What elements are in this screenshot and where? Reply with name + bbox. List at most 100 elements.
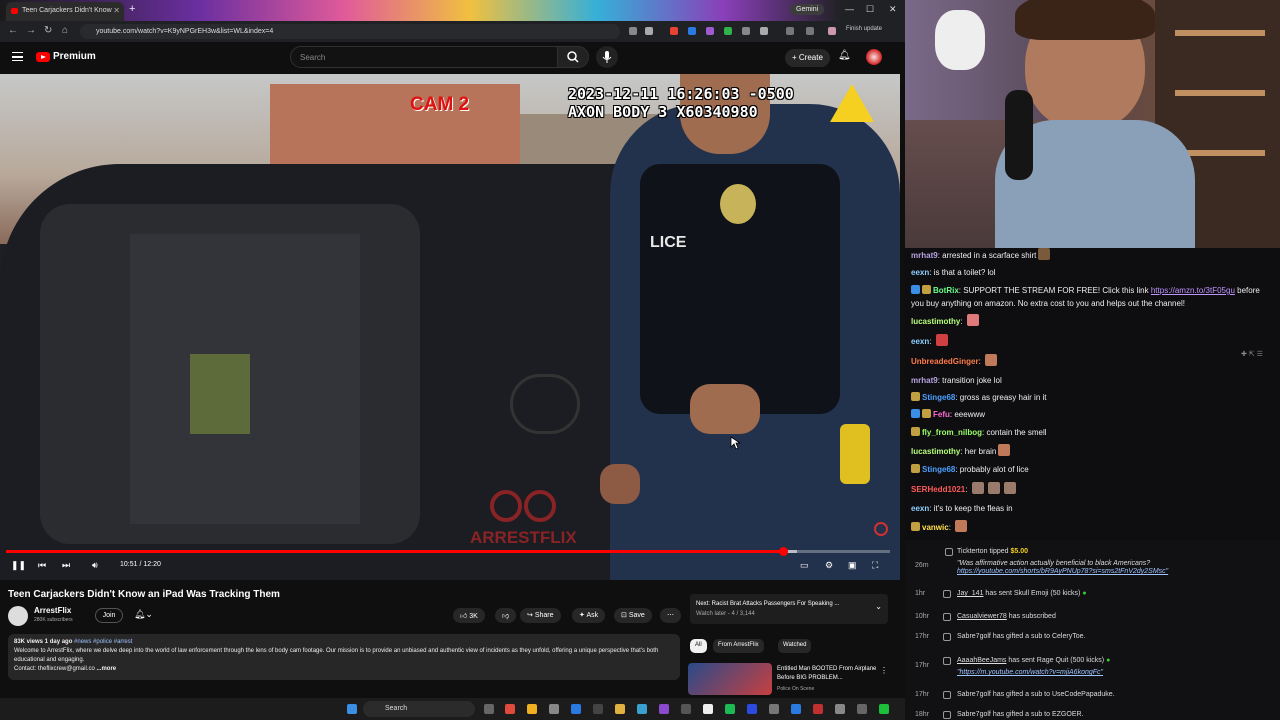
voice-search-button[interactable] xyxy=(596,46,618,68)
windows-start-icon[interactable] xyxy=(347,704,357,714)
reload-icon[interactable]: ↻ xyxy=(44,25,52,36)
recommended-menu-icon[interactable]: ⋮ xyxy=(880,666,888,675)
progress-bar[interactable] xyxy=(6,547,890,556)
chat-username[interactable]: lucastimothy xyxy=(911,447,960,456)
home-icon[interactable]: ⌂ xyxy=(62,25,68,36)
event-user[interactable]: Sabre7golf xyxy=(957,691,991,698)
chat-username[interactable]: BotRix xyxy=(933,286,959,295)
extension-icon[interactable] xyxy=(706,27,714,35)
tip-link[interactable]: https://youtube.com/shorts/bR9AyPNUp78?s… xyxy=(957,568,1168,575)
notifications-bell-icon[interactable]: 🔔︎ xyxy=(838,50,851,61)
file-explorer-icon[interactable] xyxy=(615,704,625,714)
recommended-title[interactable]: Entitled Man BOOTED From Airplane Before… xyxy=(777,665,887,683)
captions-icon[interactable]: ▭ xyxy=(800,560,809,571)
settings-gear-icon[interactable]: ⚙︎ xyxy=(825,560,833,571)
search-button[interactable] xyxy=(557,46,589,68)
chat-username[interactable]: eexn xyxy=(911,337,929,346)
pause-icon[interactable]: ❚❚ xyxy=(11,560,26,571)
extension-icon[interactable] xyxy=(670,27,678,35)
like-button[interactable]: 👍︎ 3K xyxy=(453,608,485,623)
chat-username[interactable]: Stinge68 xyxy=(922,393,955,402)
subscribed-bell-icon[interactable]: 🔔︎⌄ xyxy=(134,609,153,620)
app-icon[interactable] xyxy=(637,704,647,714)
extension-icon[interactable] xyxy=(688,27,696,35)
event-user[interactable]: Sabre7golf xyxy=(957,711,991,718)
chat-username[interactable]: Stinge68 xyxy=(922,465,955,474)
event-link[interactable]: "https://m.youtube.com/watch?v=mjiA6kong… xyxy=(957,669,1103,676)
url-bar[interactable]: youtube.com/watch?v=K9yNPGrEH3w&list=WL&… xyxy=(80,24,620,39)
chip-all[interactable]: All xyxy=(690,639,707,653)
channel-name[interactable]: ArrestFlix xyxy=(34,606,71,615)
minimize-icon[interactable]: — xyxy=(845,4,854,14)
close-tab-icon[interactable]: ✕ xyxy=(113,6,120,15)
chat-username[interactable]: vanwic xyxy=(922,523,949,532)
event-user[interactable]: Casualviewer78 xyxy=(957,613,1007,620)
chat-username[interactable]: eexn xyxy=(911,504,929,513)
app-icon[interactable] xyxy=(571,704,581,714)
taskbar-search[interactable]: Search xyxy=(363,701,475,717)
volume-icon[interactable]: 🔊︎ xyxy=(92,560,98,571)
dislike-button[interactable]: 👎︎ xyxy=(495,608,517,623)
recommended-channel[interactable]: Police On Scene xyxy=(777,686,814,692)
obs-icon[interactable] xyxy=(703,704,713,714)
extension-icon[interactable] xyxy=(742,27,750,35)
event-user[interactable]: Sabre7golf xyxy=(957,633,991,640)
hashtags[interactable]: #news #police #arrest xyxy=(74,639,132,645)
app-icon[interactable] xyxy=(505,704,515,714)
app-icon[interactable] xyxy=(549,704,559,714)
spotify-icon[interactable] xyxy=(725,704,735,714)
app-icon[interactable] xyxy=(857,704,867,714)
task-view-icon[interactable] xyxy=(484,704,494,714)
app-icon[interactable] xyxy=(659,704,669,714)
chat-username[interactable]: UnbreadedGinger xyxy=(911,357,979,366)
channel-watermark-icon[interactable] xyxy=(874,522,888,536)
app-icon[interactable] xyxy=(747,704,757,714)
channel-avatar[interactable] xyxy=(8,606,28,626)
create-button[interactable]: + Create xyxy=(785,49,830,67)
chat-username[interactable]: mrhat9 xyxy=(911,376,938,385)
chat-username[interactable]: Fefu xyxy=(933,410,950,419)
event-user[interactable]: Tickterton xyxy=(957,548,987,555)
chat-username[interactable]: lucastimothy xyxy=(911,317,960,326)
gemini-button[interactable]: Gemini xyxy=(790,4,825,15)
ask-button[interactable]: ✦ Ask xyxy=(572,608,606,623)
app-icon[interactable] xyxy=(681,704,691,714)
forward-icon[interactable]: → xyxy=(26,25,36,36)
miniplayer-icon[interactable]: ▣ xyxy=(848,560,857,571)
app-icon[interactable] xyxy=(813,704,823,714)
next-icon[interactable]: ⏭︎ xyxy=(62,560,70,571)
event-user[interactable]: AaaahBeeJams xyxy=(957,657,1006,664)
share-button[interactable]: ↪ Share xyxy=(520,608,561,623)
chat-username[interactable]: fly_from_nilbog xyxy=(922,428,982,437)
new-tab-icon[interactable]: + xyxy=(129,3,135,15)
back-icon[interactable]: ← xyxy=(8,25,18,36)
save-button[interactable]: ⊡ Save xyxy=(614,608,652,623)
search-input[interactable]: Search xyxy=(290,46,558,68)
chrome-icon[interactable] xyxy=(527,704,537,714)
chip-from-arrestflix[interactable]: From ArrestFlix xyxy=(713,639,764,653)
chat-username[interactable]: mrhat9 xyxy=(911,251,938,260)
expand-chevron-icon[interactable]: ⌄ xyxy=(875,602,882,612)
extension-icon[interactable] xyxy=(724,27,732,35)
app-icon[interactable] xyxy=(879,704,889,714)
more-link[interactable]: ...more xyxy=(96,666,116,672)
tab-active[interactable]: Teen Carjackers Didn't Know ✕ xyxy=(6,2,124,21)
youtube-logo-icon[interactable] xyxy=(36,52,50,62)
description-box[interactable]: 83K views 1 day ago #news #police #arres… xyxy=(8,634,680,680)
recommended-thumbnail[interactable] xyxy=(688,663,772,695)
app-icon[interactable] xyxy=(769,704,779,714)
video-player[interactable]: LICE CAM 2 2023-12-11 16:26:03 -0500 AXO… xyxy=(0,74,900,580)
previous-icon[interactable]: ⏮︎ xyxy=(38,560,46,571)
app-icon[interactable] xyxy=(835,704,845,714)
downloads-icon[interactable] xyxy=(806,27,814,35)
more-actions-icon[interactable]: ⋯ xyxy=(660,608,681,623)
join-button[interactable]: Join xyxy=(95,608,123,623)
chat-username[interactable]: eexn xyxy=(911,268,929,277)
scrubber-handle[interactable] xyxy=(779,547,789,556)
menu-icon[interactable] xyxy=(12,52,23,61)
chip-watched[interactable]: Watched xyxy=(778,639,812,653)
close-window-icon[interactable]: ✕ xyxy=(889,4,897,15)
bookmark-star-icon[interactable] xyxy=(645,27,653,35)
playlist-next-box[interactable]: Next: Racist Brat Attacks Passengers For… xyxy=(690,594,888,624)
puzzle-icon[interactable] xyxy=(760,27,768,35)
